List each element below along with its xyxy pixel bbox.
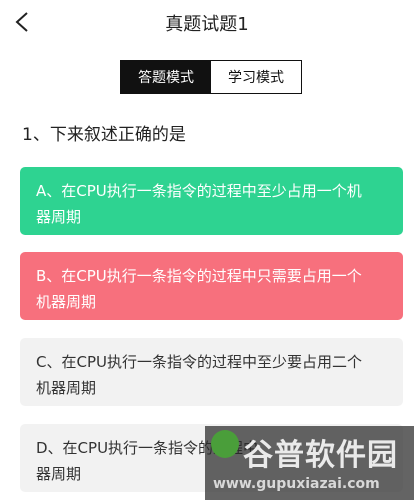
watermark-url: www.gupuxiazai.com <box>213 476 380 492</box>
page-title: 真题试题1 <box>165 14 249 35</box>
tab-study-mode[interactable]: 学习模式 <box>211 61 301 93</box>
option-c-line2: 机器周期 <box>36 379 97 397</box>
option-b[interactable]: B、在CPU执行一条指令的过程中只需要占用一个 机器周期 <box>20 252 403 320</box>
watermark: 谷普软件园 www.gupuxiazai.com <box>205 426 414 500</box>
option-a-line1: A、在CPU执行一条指令的过程中至少占用一个机 <box>36 182 362 200</box>
watermark-title: 谷普软件园 <box>243 438 398 473</box>
mode-switch: 答题模式 学习模式 <box>120 60 302 94</box>
option-c[interactable]: C、在CPU执行一条指令的过程中至少要占用二个 机器周期 <box>20 338 403 406</box>
tab-answer-mode[interactable]: 答题模式 <box>121 61 211 93</box>
header: 真题试题1 <box>0 0 414 44</box>
watermark-logo-icon <box>211 430 239 458</box>
option-a[interactable]: A、在CPU执行一条指令的过程中至少占用一个机 器周期 <box>20 167 403 235</box>
option-c-line1: C、在CPU执行一条指令的过程中至少要占用二个 <box>36 353 362 371</box>
option-b-line2: 机器周期 <box>36 293 97 311</box>
option-b-line1: B、在CPU执行一条指令的过程中只需要占用一个 <box>36 267 362 285</box>
option-a-line2: 器周期 <box>36 208 82 226</box>
question-text: 1、下来叙述正确的是 <box>22 125 186 145</box>
